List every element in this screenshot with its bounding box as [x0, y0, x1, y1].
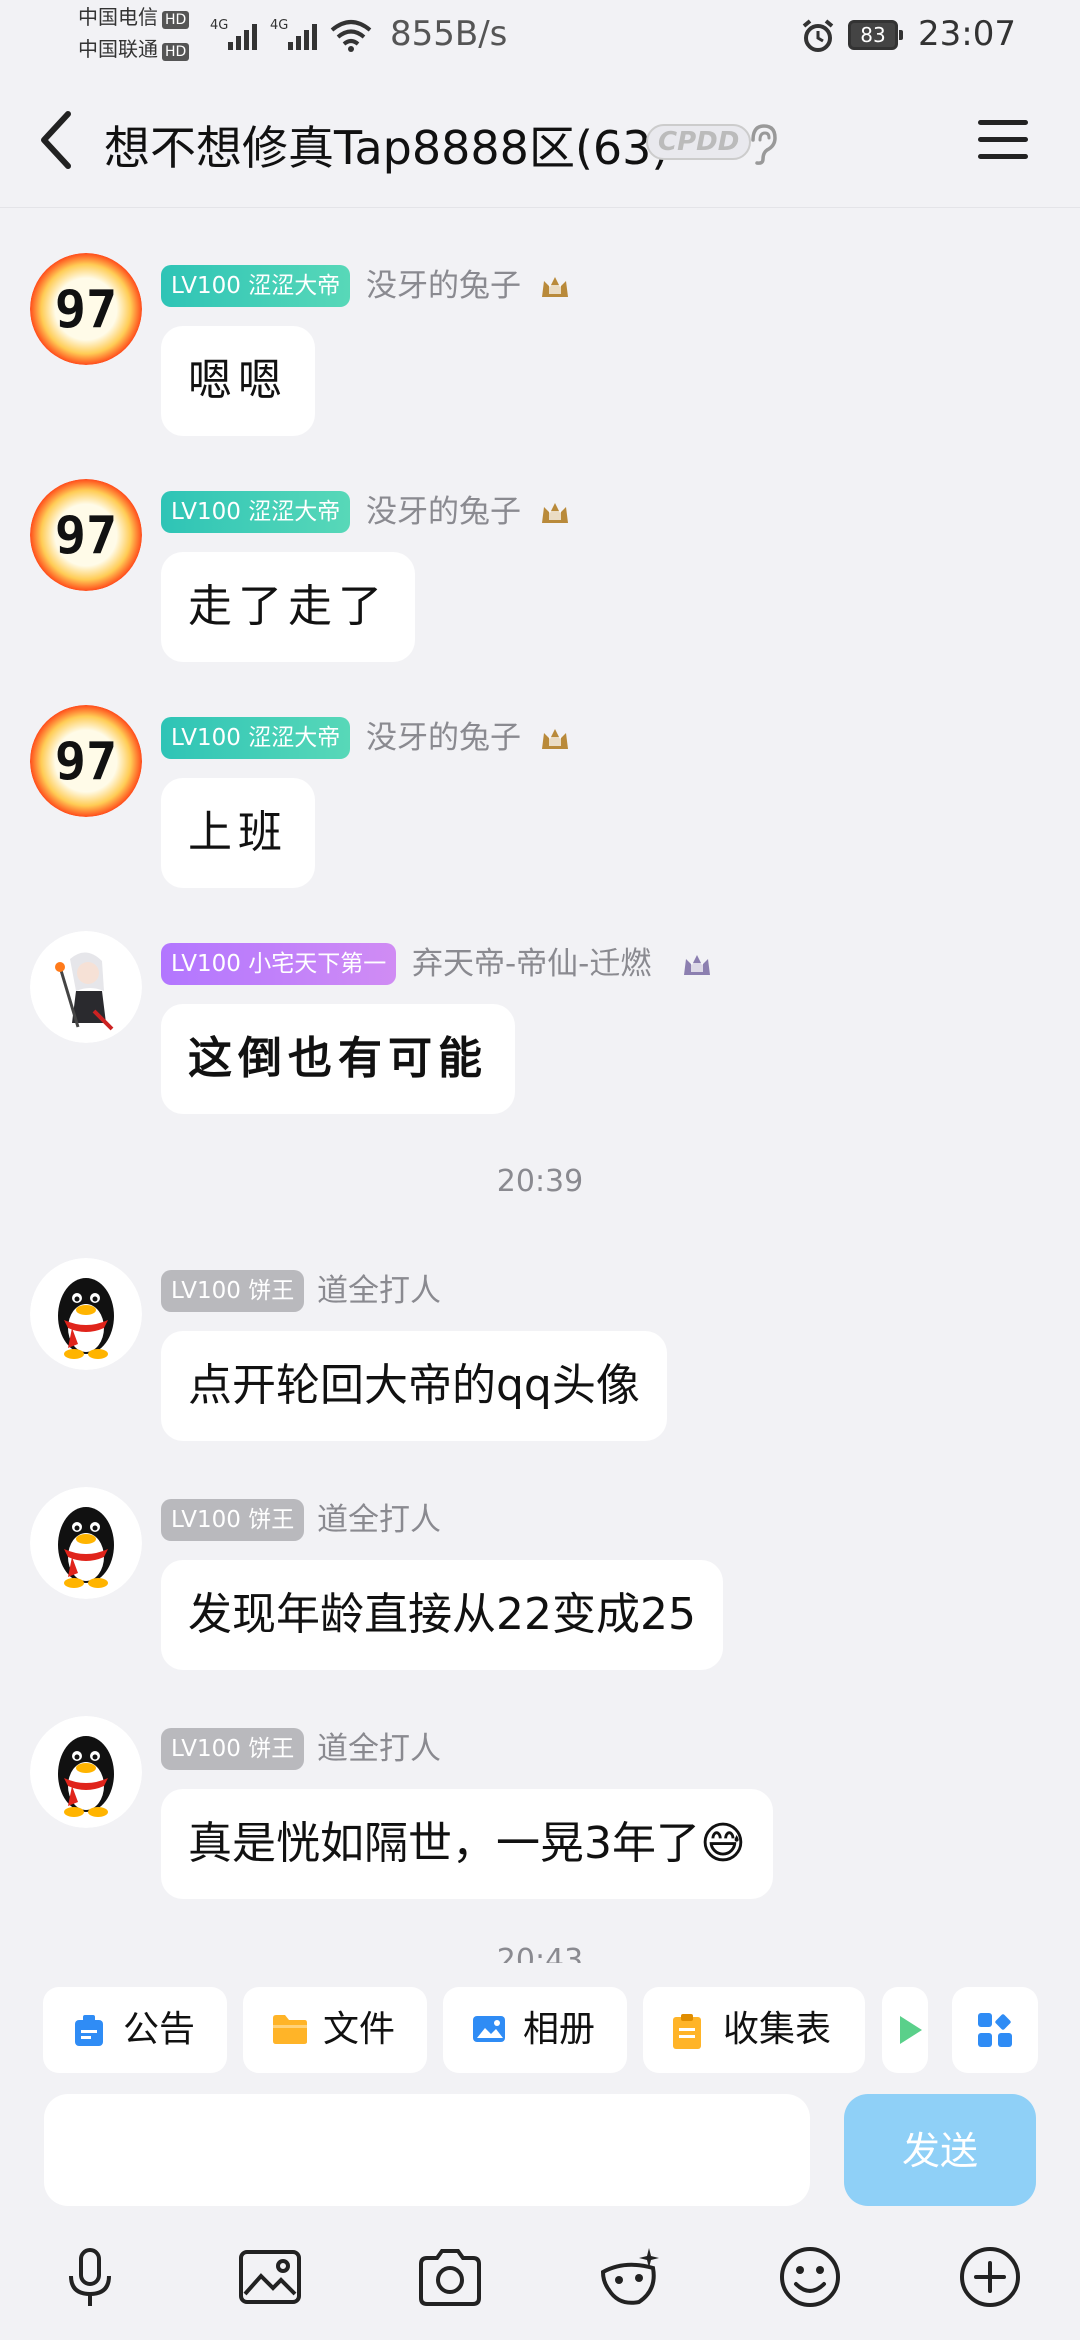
shortcut-files[interactable]: 文件 [243, 1987, 427, 2073]
shortcut-label: 相册 [523, 2009, 596, 2050]
level-badge: LV100 涩涩大帝 [161, 717, 351, 759]
crown-icon [542, 277, 568, 297]
avatar[interactable] [30, 931, 142, 1043]
cpdd-badge: CPDD [646, 124, 752, 160]
shortcut-form[interactable]: 收集表 [643, 1987, 865, 2073]
penguin-avatar[interactable] [30, 1258, 142, 1370]
message-bubble[interactable]: 上班 [161, 778, 315, 888]
carrier-1: 中国电信 HD [78, 6, 190, 29]
timestamp: 20:39 [496, 1164, 584, 1199]
avatar[interactable]: 97 [30, 479, 142, 591]
send-button[interactable]: 发送 [844, 2094, 1036, 2206]
avatar[interactable]: 97 [30, 705, 142, 817]
composer: 发送 [0, 2090, 1080, 2220]
apps-grid-button[interactable] [952, 1987, 1038, 2073]
message-bubble[interactable]: 这倒也有可能 [161, 1004, 515, 1114]
folder-icon [273, 2015, 307, 2044]
alarm-icon [802, 19, 834, 52]
svg-text:97: 97 [55, 506, 118, 566]
clock: 23:07 [918, 14, 1016, 54]
shortcut-album[interactable]: 相册 [443, 1987, 627, 2073]
message-bubble[interactable]: 嗯嗯 [161, 326, 315, 436]
sender-name[interactable]: 没牙的兔子 [366, 265, 521, 307]
avatar[interactable]: 97 [30, 253, 142, 365]
svg-text:97: 97 [55, 280, 118, 340]
sender-name[interactable]: 道全打人 [317, 1270, 441, 1312]
microphone-icon[interactable] [55, 2242, 125, 2312]
flag-icon [900, 2016, 922, 2044]
message-bubble[interactable]: 点开轮回大帝的qq头像 [161, 1331, 667, 1441]
wifi-icon [330, 20, 372, 52]
penguin-avatar[interactable] [30, 1716, 142, 1828]
plus-icon[interactable] [955, 2242, 1025, 2312]
svg-text:97: 97 [55, 732, 118, 792]
message-bubble[interactable]: 真是恍如隔世，一晃3年了😅 [161, 1789, 773, 1899]
status-bar: 中国电信 HD 中国联通 HD 4G 4G 855B/s 83 23:07 [0, 0, 1080, 72]
back-icon[interactable] [36, 110, 76, 170]
penguin-avatar[interactable] [30, 1487, 142, 1599]
network-speed: 855B/s [390, 14, 508, 54]
sender-name[interactable]: 没牙的兔子 [366, 717, 521, 759]
sender-name[interactable]: 弃天帝-帝仙-迁燃 [412, 943, 651, 985]
svg-text:4G: 4G [270, 18, 288, 33]
svg-text:4G: 4G [210, 18, 228, 33]
sender-name[interactable]: 道全打人 [317, 1499, 441, 1541]
image-icon[interactable] [235, 2242, 305, 2312]
message-text: 真是恍如隔世，一晃3年了 [188, 1818, 700, 1869]
shortcut-label: 文件 [323, 2009, 396, 2050]
timestamp: 20:43 [496, 1943, 584, 1963]
carrier-2: 中国联通 HD [78, 38, 190, 61]
shortcut-more-partial[interactable] [882, 1987, 928, 2073]
level-badge: LV100 饼王 [161, 1728, 305, 1770]
message-input[interactable] [44, 2094, 810, 2206]
laugh-emoji: 😅 [700, 1818, 746, 1869]
form-icon [673, 2014, 701, 2049]
group-title[interactable]: 想不想修真Tap8888区(63) [104, 112, 669, 178]
signal-icon-2: 4G [270, 18, 317, 50]
level-badge: LV100 涩涩大帝 [161, 491, 351, 533]
menu-icon[interactable] [978, 120, 1028, 171]
shortcut-label: 收集表 [723, 2009, 832, 2050]
message-list[interactable]: 97 LV100 涩涩大帝 没牙的兔子 嗯嗯 97 LV100 涩涩大帝 没牙的… [0, 208, 1080, 1963]
crown-icon [542, 729, 568, 749]
level-badge: LV100 小宅天下第一 [161, 943, 397, 985]
sender-name[interactable]: 没牙的兔子 [366, 491, 521, 533]
level-badge: LV100 涩涩大帝 [161, 265, 351, 307]
crown-icon [684, 955, 710, 975]
apps-grid-icon [978, 2013, 1012, 2047]
chat-header: 想不想修真Tap8888区(63) CPDD [0, 72, 1080, 208]
level-badge: LV100 饼王 [161, 1270, 305, 1312]
ear-icon[interactable] [745, 122, 779, 166]
camera-icon[interactable] [415, 2242, 485, 2312]
album-icon [473, 2016, 505, 2042]
group-shortcuts-bar: 公告 文件 相册 收集表 [0, 1963, 1080, 2103]
shortcut-announcement[interactable]: 公告 [43, 1987, 227, 2073]
sender-name[interactable]: 道全打人 [317, 1728, 441, 1770]
sticker-icon[interactable] [595, 2242, 665, 2312]
level-badge: LV100 饼王 [161, 1499, 305, 1541]
announcement-icon [75, 2015, 103, 2046]
message-bubble[interactable]: 走了走了 [161, 552, 415, 662]
emoji-icon[interactable] [775, 2242, 845, 2312]
crown-icon [542, 503, 568, 523]
message-bubble[interactable]: 发现年龄直接从22变成25 [161, 1560, 723, 1670]
input-toolbar [0, 2230, 1080, 2340]
shortcut-label: 公告 [123, 2009, 196, 2050]
signal-icon-1: 4G [210, 18, 257, 50]
battery-indicator: 83 [848, 20, 903, 50]
